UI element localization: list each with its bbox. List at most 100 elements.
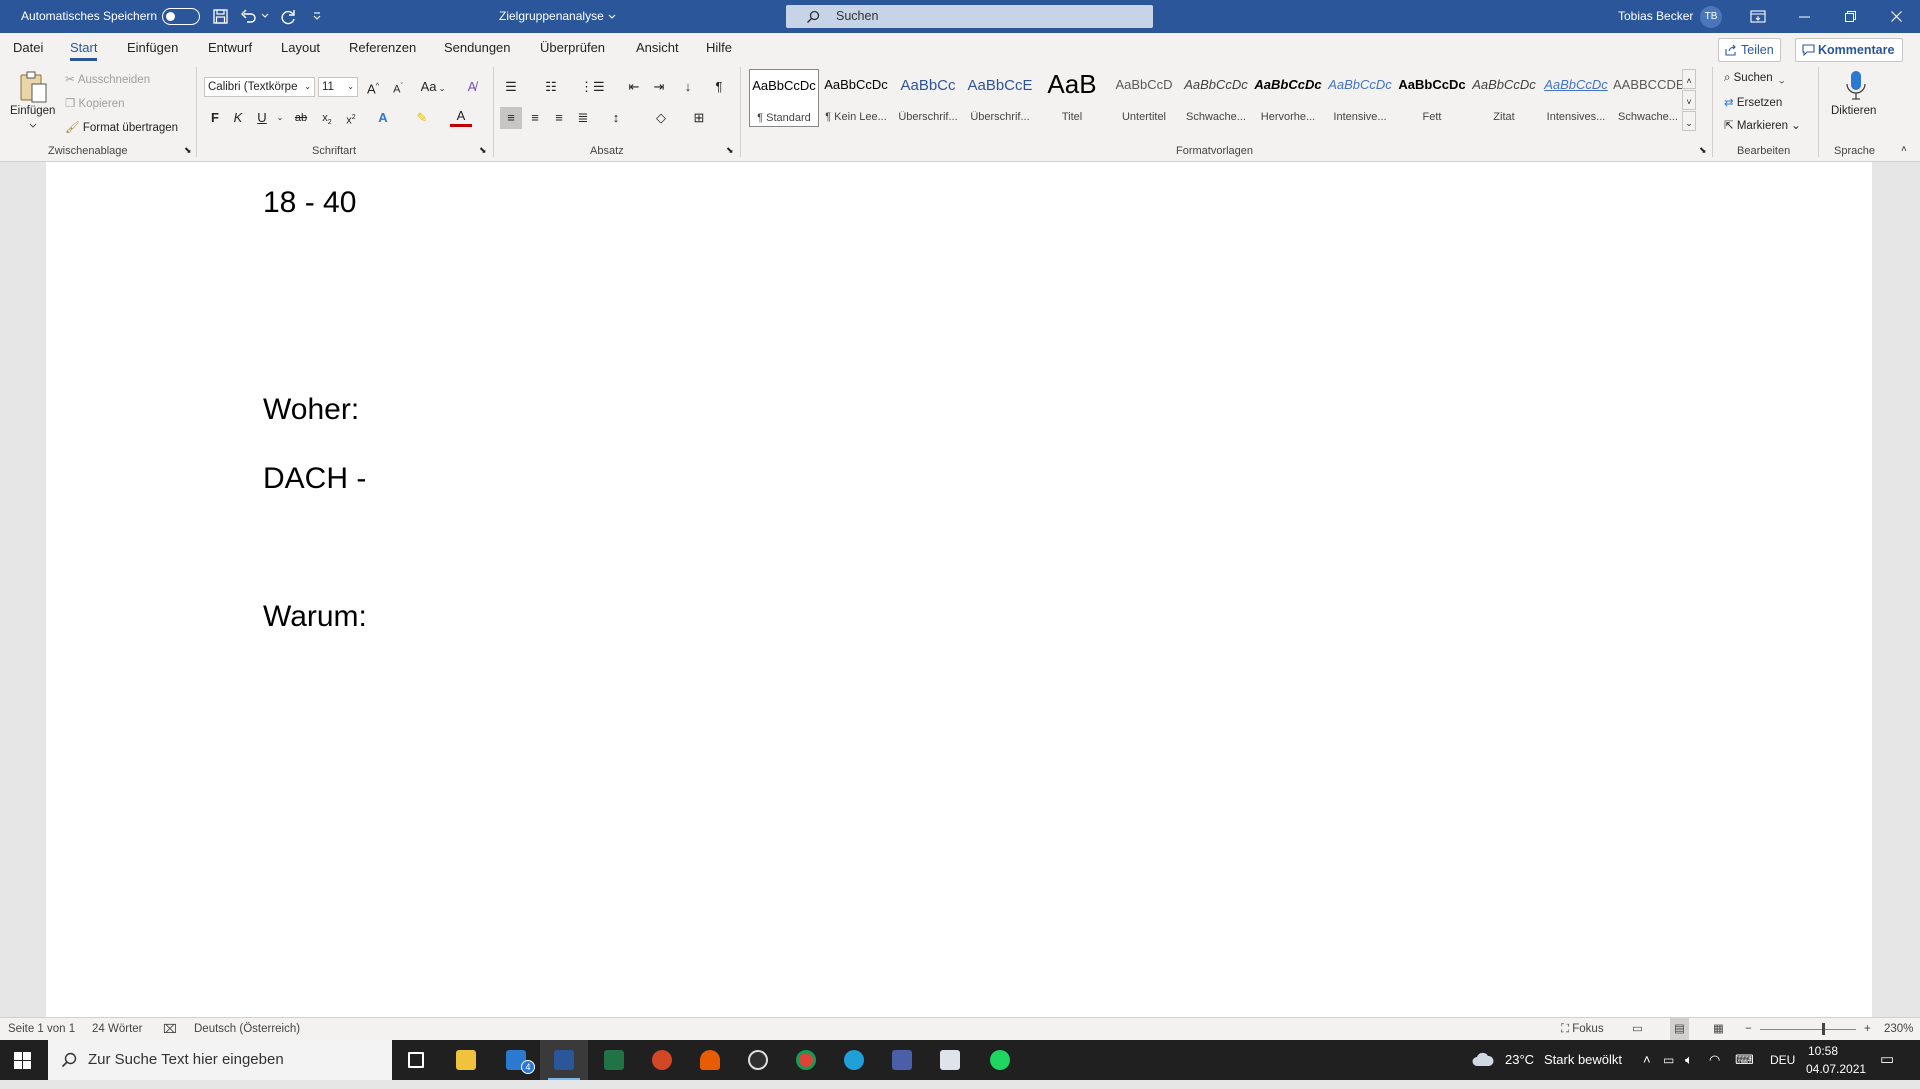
weather-temp[interactable]: 23°C <box>1505 1040 1534 1080</box>
tab-einfuegen[interactable]: Einfügen <box>127 33 178 63</box>
obs-app-icon[interactable] <box>734 1040 782 1080</box>
style-item[interactable]: AaBbCcDc Schwache... <box>1181 69 1251 127</box>
close-button[interactable] <box>1873 0 1919 33</box>
volume-icon[interactable]: 🔈︎ <box>1685 1040 1693 1080</box>
zoom-in-icon[interactable]: + <box>1864 1018 1871 1040</box>
clear-formatting-icon[interactable]: A̸ <box>461 76 483 98</box>
vertical-scrollbar[interactable] <box>1900 162 1920 1017</box>
paragraph-launcher-icon[interactable]: ⬊ <box>726 145 734 156</box>
justify-icon[interactable]: ≣ <box>572 107 594 129</box>
customize-toolbar-icon[interactable] <box>312 12 322 21</box>
decrease-indent-icon[interactable]: ⇤ <box>623 76 645 98</box>
sort-icon[interactable]: ↓ <box>677 76 699 98</box>
undo-dropdown-icon[interactable] <box>261 13 269 19</box>
tab-entwurf[interactable]: Entwurf <box>208 33 252 63</box>
zoom-level[interactable]: 230% <box>1884 1018 1913 1040</box>
focus-button[interactable]: ⛶ Fokus <box>1561 1018 1604 1040</box>
tray-chevron-icon[interactable]: ˄ <box>1643 1040 1651 1080</box>
comments-button[interactable]: Kommentare <box>1795 38 1904 62</box>
select-button[interactable]: ⇱ Markieren ⌄ <box>1724 118 1801 132</box>
styles-scroll-down-icon[interactable]: ˅ <box>1682 90 1696 110</box>
find-button[interactable]: ⌕ Suchen ⌄ <box>1724 72 1784 85</box>
app-icon-3[interactable] <box>926 1040 974 1080</box>
tab-start[interactable]: Start <box>70 33 98 63</box>
bold-icon[interactable]: F <box>204 107 226 129</box>
paste-label[interactable]: Einfügen <box>10 105 55 117</box>
show-formatting-icon[interactable]: ¶ <box>708 76 730 98</box>
align-right-icon[interactable]: ≡ <box>548 107 570 129</box>
page-count[interactable]: Seite 1 von 1 <box>8 1018 75 1040</box>
read-mode-icon[interactable]: ▭ <box>1632 1018 1643 1040</box>
tab-ueberpruefen[interactable]: Überprüfen <box>540 33 605 63</box>
format-painter-button[interactable]: 🖌 Format übertragen <box>65 120 178 134</box>
underline-dropdown-icon[interactable]: ⌄ <box>269 107 291 129</box>
restore-button[interactable] <box>1827 0 1873 33</box>
align-center-icon[interactable]: ≡ <box>524 107 546 129</box>
styles-more-icon[interactable]: ⌄ <box>1682 111 1696 131</box>
keyboard-icon[interactable]: ⌨ <box>1735 1040 1754 1080</box>
style-item[interactable]: AaBbCcDc Zitat <box>1469 69 1539 127</box>
dictate-label[interactable]: Diktieren <box>1831 105 1876 117</box>
proofing-icon[interactable]: ⌧ <box>163 1018 177 1040</box>
save-icon[interactable] <box>212 8 229 25</box>
weather-cloud-icon[interactable] <box>1472 1052 1494 1067</box>
text-effects-icon[interactable]: A <box>372 107 394 129</box>
taskbar-search-box[interactable]: Zur Suche Text hier eingeben <box>48 1040 392 1080</box>
clipboard-launcher-icon[interactable]: ⬊ <box>184 145 192 156</box>
app-icon-1[interactable] <box>686 1040 734 1080</box>
styles-scroll-up-icon[interactable]: ˄ <box>1682 69 1696 89</box>
microphone-icon[interactable] <box>1845 70 1867 102</box>
increase-indent-icon[interactable]: ⇥ <box>648 76 670 98</box>
language-status[interactable]: Deutsch (Österreich) <box>194 1018 300 1040</box>
zoom-out-icon[interactable]: − <box>1745 1018 1752 1040</box>
zoom-slider[interactable] <box>1760 1029 1856 1030</box>
multilevel-list-icon[interactable]: ⋮☰ <box>580 76 605 98</box>
chrome-app-icon[interactable] <box>782 1040 830 1080</box>
subscript-icon[interactable]: x2 <box>316 107 338 129</box>
redo-icon[interactable] <box>279 8 297 26</box>
spotify-app-icon[interactable] <box>976 1040 1024 1080</box>
style-item[interactable]: AaBbCcDc Hervorhe... <box>1253 69 1323 127</box>
style-item[interactable]: AABBCCDE Schwache... <box>1613 69 1683 127</box>
grow-font-icon[interactable]: A^ <box>362 76 384 98</box>
clock-date[interactable]: 04.07.2021 <box>1806 1049 1866 1089</box>
document-page[interactable]: 18 - 40 Woher: DACH - Warum: <box>46 162 1872 1017</box>
superscript-icon[interactable]: x2 <box>340 107 362 129</box>
italic-icon[interactable]: K <box>227 107 249 129</box>
doc-line-age[interactable]: 18 - 40 <box>263 186 356 220</box>
edge-app-icon[interactable] <box>830 1040 878 1080</box>
copy-button[interactable]: ❐ Kopieren <box>65 96 125 110</box>
align-left-icon[interactable]: ≡ <box>500 107 522 129</box>
print-layout-icon[interactable]: ▤ <box>1670 1018 1689 1040</box>
tab-layout[interactable]: Layout <box>281 33 320 63</box>
collapse-ribbon-icon[interactable]: ˄ <box>1901 144 1907 155</box>
powerpoint-app-icon[interactable] <box>638 1040 686 1080</box>
doc-line-warum[interactable]: Warum: <box>263 600 367 634</box>
weather-text[interactable]: Stark bewölkt <box>1544 1040 1622 1080</box>
numbering-icon[interactable]: ☷ <box>540 76 562 98</box>
app-icon-2[interactable] <box>878 1040 926 1080</box>
tab-datei[interactable]: Datei <box>13 33 43 63</box>
bullets-icon[interactable]: ☰ <box>500 76 522 98</box>
highlight-color-icon[interactable]: ✎ <box>411 107 433 129</box>
doc-line-dach[interactable]: DACH - <box>263 462 366 496</box>
autosave-toggle[interactable] <box>162 8 200 25</box>
font-size-select[interactable]: 11 ⌄ <box>318 77 358 97</box>
replace-button[interactable]: ⇄ Ersetzen <box>1724 95 1782 109</box>
ribbon-display-options-icon[interactable] <box>1750 10 1766 23</box>
style-item[interactable]: AaBbCcDc Intensive... <box>1325 69 1395 127</box>
paste-dropdown-icon[interactable] <box>29 123 37 129</box>
word-app-icon[interactable] <box>540 1040 588 1080</box>
mail-icon[interactable]: 4 <box>492 1040 540 1080</box>
notifications-icon[interactable]: ▭ <box>1880 1040 1894 1080</box>
shading-icon[interactable]: ◇ <box>650 107 672 129</box>
tab-referenzen[interactable]: Referenzen <box>349 33 416 63</box>
network-icon[interactable]: ◠ <box>1709 1040 1720 1080</box>
font-launcher-icon[interactable]: ⬊ <box>479 145 487 156</box>
excel-app-icon[interactable] <box>590 1040 638 1080</box>
change-case-button[interactable]: Aa ⌄ <box>418 76 448 98</box>
tab-hilfe[interactable]: Hilfe <box>706 33 732 63</box>
minimize-button[interactable] <box>1781 0 1827 33</box>
avatar[interactable]: TB <box>1700 6 1722 28</box>
file-explorer-icon[interactable] <box>442 1040 490 1080</box>
